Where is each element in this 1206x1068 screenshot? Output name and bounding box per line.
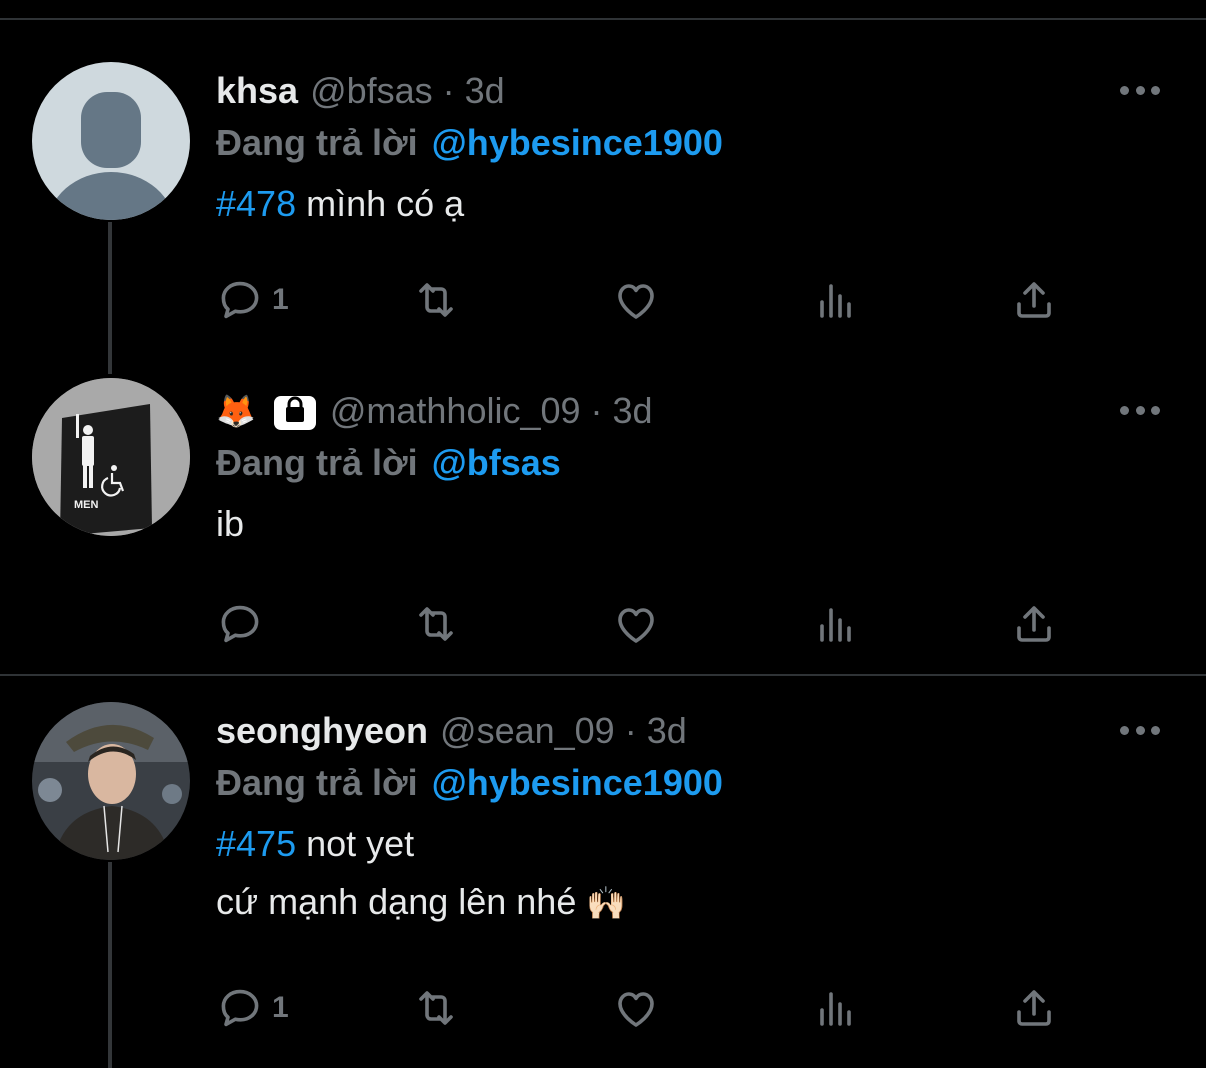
reply-count: 1 xyxy=(272,991,289,1024)
reply-button[interactable]: 1 xyxy=(216,270,289,330)
retweet-button[interactable] xyxy=(412,270,460,330)
display-name[interactable]: khsa xyxy=(216,70,298,112)
person-selfie-photo xyxy=(32,702,190,860)
views-button[interactable] xyxy=(812,978,860,1038)
avatar[interactable] xyxy=(32,62,190,220)
retweet-icon xyxy=(419,991,453,1025)
hashtag-link[interactable]: #475 xyxy=(216,823,296,864)
reply-icon xyxy=(221,605,259,643)
views-icon xyxy=(820,284,851,318)
username[interactable]: @mathholic_09 xyxy=(330,390,581,432)
men-restroom-sign-photo: MEN xyxy=(32,378,190,536)
share-icon xyxy=(1017,606,1051,642)
tweet-text: #478 mình có ạ xyxy=(216,175,1096,233)
mention-link[interactable]: @hybesince1900 xyxy=(432,762,723,804)
display-name[interactable]: seonghyeon xyxy=(216,710,428,752)
like-icon xyxy=(618,284,654,319)
sign-text: MEN xyxy=(74,499,99,511)
tweet[interactable]: MEN 🦊 @mathholic_09 · 3d Đang trả lời @b… xyxy=(0,378,1206,668)
like-icon xyxy=(618,992,654,1027)
mention-link[interactable]: @bfsas xyxy=(432,442,561,484)
tweet-body: ib xyxy=(216,503,245,544)
like-icon xyxy=(618,608,654,643)
avatar[interactable]: MEN xyxy=(32,378,190,536)
tweet-body-line2: cứ mạnh dạng lên nhé xyxy=(216,881,587,922)
timestamp[interactable]: 3d xyxy=(613,390,653,432)
timestamp[interactable]: 3d xyxy=(647,710,687,752)
reply-count: 1 xyxy=(272,283,289,316)
retweet-icon xyxy=(419,607,453,641)
reply-icon xyxy=(221,281,259,319)
views-button[interactable] xyxy=(812,594,860,654)
replying-to-label: Đang trả lời xyxy=(216,122,418,163)
mention-link[interactable]: @hybesince1900 xyxy=(432,122,723,164)
replying-to: Đang trả lời @bfsas xyxy=(216,437,1096,489)
views-icon xyxy=(820,992,851,1026)
like-button[interactable] xyxy=(612,978,660,1038)
avatar[interactable] xyxy=(32,702,190,860)
action-bar: 1 xyxy=(216,978,1116,1038)
more-options-icon[interactable] xyxy=(1120,400,1160,420)
thread-divider xyxy=(0,674,1206,676)
tweet-text-line2: cứ mạnh dạng lên nhé 🙌🏻 xyxy=(216,873,1096,932)
lock-icon xyxy=(273,390,316,432)
replying-to-label: Đang trả lời xyxy=(216,442,418,483)
replying-to-label: Đang trả lời xyxy=(216,762,418,803)
share-button[interactable] xyxy=(1010,270,1058,330)
action-bar: 1 xyxy=(216,270,1116,330)
share-button[interactable] xyxy=(1010,978,1058,1038)
default-avatar-icon xyxy=(32,62,190,220)
display-name-emoji[interactable]: 🦊 xyxy=(216,392,256,430)
retweet-button[interactable] xyxy=(412,978,460,1038)
tweet-body: not yet xyxy=(296,823,415,864)
like-button[interactable] xyxy=(612,594,660,654)
share-button[interactable] xyxy=(1010,594,1058,654)
retweet-button[interactable] xyxy=(412,594,460,654)
share-icon xyxy=(1017,282,1051,318)
tweet[interactable]: seonghyeon @sean_09 · 3d Đang trả lời @h… xyxy=(0,702,1206,1068)
replying-to: Đang trả lời @hybesince1900 xyxy=(216,117,1096,169)
top-divider xyxy=(0,18,1206,20)
timestamp[interactable]: 3d xyxy=(465,70,505,112)
views-button[interactable] xyxy=(812,270,860,330)
tweet-header: khsa @bfsas · 3d xyxy=(216,65,1096,117)
more-options-icon[interactable] xyxy=(1120,720,1160,740)
username[interactable]: @sean_09 xyxy=(440,710,615,752)
like-button[interactable] xyxy=(612,270,660,330)
raising-hands-emoji: 🙌🏻 xyxy=(586,885,627,921)
retweet-icon xyxy=(419,283,453,317)
username[interactable]: @bfsas xyxy=(310,70,433,112)
separator-dot: · xyxy=(442,70,455,111)
share-icon xyxy=(1017,990,1051,1026)
tweet[interactable]: khsa @bfsas · 3d Đang trả lời @hybesince… xyxy=(0,62,1206,362)
tweet-body: mình có ạ xyxy=(296,183,465,224)
more-options-icon[interactable] xyxy=(1120,80,1160,100)
action-bar xyxy=(216,594,1116,654)
hashtag-link[interactable]: #478 xyxy=(216,183,296,224)
replying-to: Đang trả lời @hybesince1900 xyxy=(216,757,1096,809)
tweet-header: seonghyeon @sean_09 · 3d xyxy=(216,705,1096,757)
separator-dot: · xyxy=(624,710,637,751)
reply-button[interactable]: 1 xyxy=(216,978,289,1038)
tweet-header: 🦊 @mathholic_09 · 3d xyxy=(216,385,1096,437)
reply-button[interactable] xyxy=(216,594,272,654)
views-icon xyxy=(820,608,851,642)
reply-icon xyxy=(221,989,259,1027)
separator-dot: · xyxy=(590,390,603,431)
tweet-text: #475 not yet xyxy=(216,815,1096,873)
